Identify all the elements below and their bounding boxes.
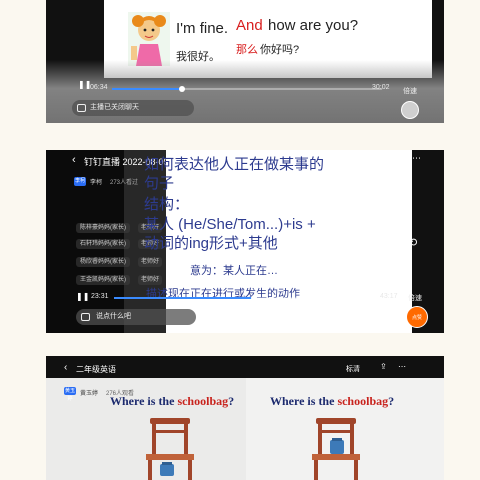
play-pause-icon[interactable]: ❚❚ bbox=[78, 80, 91, 89]
host-name: 李柯 bbox=[90, 180, 103, 186]
chat-row-message: 老师好 bbox=[138, 275, 163, 285]
chat-input-disabled: 主播已关闭聊天 bbox=[72, 100, 194, 116]
play-pause-icon[interactable]: ❚❚ bbox=[76, 292, 89, 301]
progress-fill bbox=[112, 88, 183, 90]
host-name: 黄玉婷 bbox=[80, 391, 99, 397]
host-avatar: 李柯 bbox=[74, 177, 86, 186]
cartoon-girl-image bbox=[128, 12, 170, 66]
slide-title-line2: 句子 bbox=[144, 175, 175, 192]
back-chevron-icon[interactable]: ‹ bbox=[72, 154, 76, 166]
share-icon[interactable]: ⇪ bbox=[392, 153, 400, 164]
question-right: Where is the schoolbag? bbox=[270, 394, 395, 408]
watch-count: 273人看过 bbox=[110, 180, 139, 186]
structure-line2: 动词的ing形式+其他 bbox=[144, 235, 278, 252]
quality-button[interactable]: 标清 bbox=[346, 364, 360, 374]
host-avatar: 黄玉婷 bbox=[64, 387, 76, 402]
live-title: 二年级英语 bbox=[76, 365, 116, 374]
slide-title-line1: 如何表达他人正在做某事的 bbox=[144, 156, 325, 173]
chat-row-name: 杨欣睿妈妈(家长) bbox=[76, 257, 130, 267]
current-time: 23:31 bbox=[91, 293, 109, 300]
video-screenshot-3: ‹ 二年级英语 标清 ⇪ ⋯ 黄玉婷 黄玉婷 276人观看 Where is t… bbox=[46, 356, 444, 480]
back-chevron-icon[interactable]: ‹ bbox=[64, 362, 67, 373]
slide-line1-english: I'm fine. bbox=[176, 20, 229, 37]
chat-input[interactable]: 说点什么吧 bbox=[76, 309, 196, 325]
video-screenshot-2: ‹ 钉钉直播 2022-08-05 ▣ ⇪ ⋯ 李柯 李柯 273人看过 陈梓豪… bbox=[46, 150, 444, 333]
chat-icon bbox=[81, 313, 90, 321]
chat-icon[interactable]: ▣ bbox=[374, 153, 383, 164]
slide-line2-chinese-highlight: 那么 bbox=[236, 44, 258, 56]
chat-row-name: 陈梓豪妈妈(家长) bbox=[76, 223, 130, 233]
live-header: ‹ 二年级英语 标清 ⇪ ⋯ bbox=[46, 356, 444, 378]
rotate-icon[interactable]: ⟲ bbox=[406, 28, 415, 41]
chat-placeholder: 主播已关闭聊天 bbox=[90, 104, 139, 111]
share-icon[interactable]: ⇪ bbox=[380, 362, 387, 371]
rotate-icon[interactable]: ⟲ bbox=[408, 236, 417, 249]
slide-line2-english: how are you? bbox=[268, 17, 359, 34]
total-time: 30:02 bbox=[372, 84, 390, 91]
speed-button[interactable]: 倍速 bbox=[403, 86, 417, 96]
meaning-text: 意为：某人正在… bbox=[190, 265, 278, 277]
progress-bar[interactable] bbox=[112, 86, 382, 92]
structure-label: 结构： bbox=[144, 196, 190, 213]
like-button[interactable]: 点赞 bbox=[406, 306, 428, 328]
slide-line2-chinese: 你好吗? bbox=[260, 44, 300, 56]
chat-row-name: 石轩玮妈妈(家长) bbox=[76, 239, 130, 249]
chat-row-message: 老师好 bbox=[138, 257, 163, 267]
chat-icon bbox=[77, 104, 86, 112]
progress-fill bbox=[114, 297, 255, 299]
speed-button[interactable]: 倍速 bbox=[408, 293, 422, 303]
chat-row-name: 王金凯妈妈(家长) bbox=[76, 275, 130, 285]
chair-image-right bbox=[312, 418, 360, 480]
video-screenshot-1: I'm fine. And how are you? 我很好。 那么 你好吗? … bbox=[46, 0, 444, 123]
current-time: 06:34 bbox=[90, 84, 108, 91]
chat-placeholder: 说点什么吧 bbox=[96, 313, 131, 320]
more-icon[interactable]: ⋯ bbox=[412, 153, 421, 164]
chair-image-left bbox=[146, 418, 194, 480]
progress-bar[interactable] bbox=[114, 295, 374, 301]
like-button[interactable] bbox=[401, 101, 419, 119]
slide-line2-english-highlight: And bbox=[236, 17, 263, 34]
more-icon[interactable]: ⋯ bbox=[398, 362, 406, 371]
structure-line1: 某人 (He/She/Tom...)+is + bbox=[144, 216, 316, 233]
question-left: Where is the schoolbag? bbox=[110, 394, 235, 408]
total-time: 43:17 bbox=[380, 293, 398, 300]
